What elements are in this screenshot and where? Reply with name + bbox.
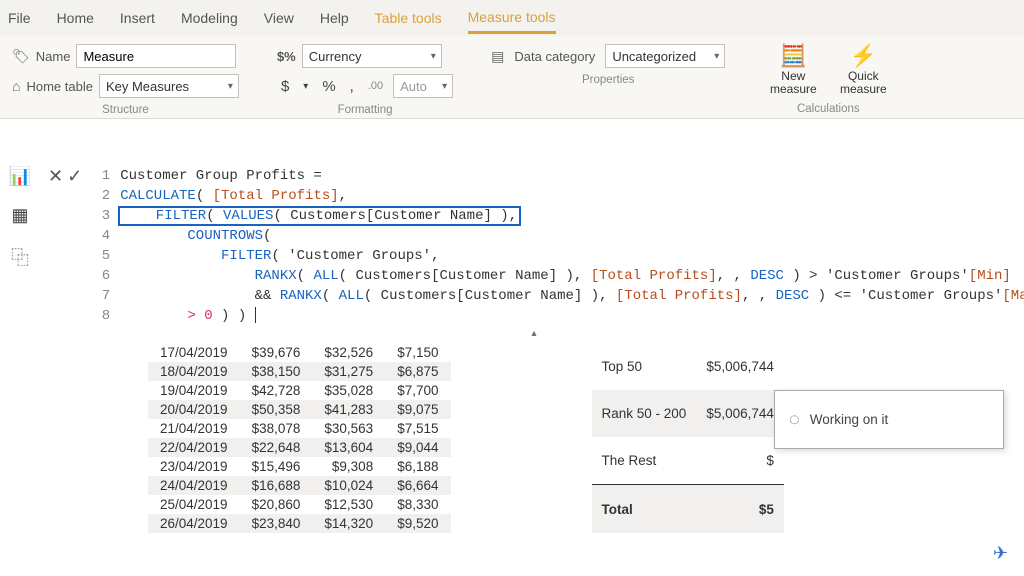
ribbon-group-structure: 🏷 Name ⌂ Home table Key Measures Structu… xyxy=(12,44,239,116)
working-toast-text: Working on it xyxy=(810,412,889,427)
new-measure-button[interactable]: 🧮 New measure xyxy=(763,44,823,97)
work-area: ✕ ✓ 1Customer Group Profits =2CALCULATE(… xyxy=(48,164,1020,533)
formula-expand-handle[interactable]: ▴ xyxy=(484,328,584,339)
measure-name-input[interactable] xyxy=(76,44,236,68)
working-toast: ◌ Working on it xyxy=(774,390,1004,449)
data-view-icon[interactable]: ▦ xyxy=(11,205,28,226)
decimal-auto-dropdown[interactable]: Auto xyxy=(393,74,453,98)
format-icon: $% xyxy=(277,49,296,64)
group-label-structure: Structure xyxy=(12,104,239,116)
right-summary-table[interactable]: Top 50$5,006,744Rank 50 - 200$5,006,744T… xyxy=(592,343,784,533)
cancel-formula-button[interactable]: ✕ xyxy=(48,166,63,187)
table-row[interactable]: Top 50$5,006,744 xyxy=(592,343,784,390)
table-row[interactable]: 25/04/2019$20,860$12,530$8,330 xyxy=(148,495,451,514)
table-row[interactable]: 23/04/2019$15,496$9,308$6,188 xyxy=(148,457,451,476)
left-data-table[interactable]: 17/04/2019$39,676$32,526$7,15018/04/2019… xyxy=(148,343,451,533)
ribbon-tab-bar: File Home Insert Modeling View Help Tabl… xyxy=(0,0,1024,36)
tab-insert[interactable]: Insert xyxy=(120,10,155,26)
home-table-label: Home table xyxy=(26,79,92,94)
ribbon-group-properties: ▤ Data category Uncategorized Properties xyxy=(491,44,725,116)
currency-symbol-button[interactable]: $ xyxy=(277,78,293,95)
decimal-places-button[interactable]: .00 xyxy=(364,80,387,92)
quick-measure-button[interactable]: ⚡ Quick measure xyxy=(833,44,893,97)
tab-home[interactable]: Home xyxy=(57,10,94,26)
thousands-separator-button[interactable]: , xyxy=(346,78,358,95)
table-row[interactable]: 17/04/2019$39,676$32,526$7,150 xyxy=(148,343,451,362)
table-row[interactable]: 24/04/2019$16,688$10,024$6,664 xyxy=(148,476,451,495)
quick-measure-label: Quick measure xyxy=(840,70,887,96)
table-row[interactable]: 20/04/2019$50,358$41,283$9,075 xyxy=(148,400,451,419)
percent-button[interactable]: % xyxy=(318,78,339,95)
calculator-icon: 🧮 xyxy=(780,44,807,68)
tab-file[interactable]: File xyxy=(8,10,31,26)
view-switcher: 📊 ▦ ⿻ xyxy=(0,160,40,270)
tab-view[interactable]: View xyxy=(264,10,294,26)
group-label-properties: Properties xyxy=(491,74,725,86)
tab-modeling[interactable]: Modeling xyxy=(181,10,238,26)
tag-icon: 🏷 xyxy=(12,48,30,65)
model-view-icon[interactable]: ⿻ xyxy=(11,244,29,270)
format-dropdown[interactable]: Currency xyxy=(302,44,442,68)
name-label: Name xyxy=(36,49,71,64)
home-icon: ⌂ xyxy=(12,78,20,94)
chevron-down-icon[interactable]: ▾ xyxy=(299,81,312,92)
table-row[interactable]: 21/04/2019$38,078$30,563$7,515 xyxy=(148,419,451,438)
tab-table-tools[interactable]: Table tools xyxy=(375,10,442,26)
group-label-calculations: Calculations xyxy=(763,103,893,115)
group-label-formatting: Formatting xyxy=(277,104,453,116)
formula-editor[interactable]: 1Customer Group Profits =2CALCULATE( [To… xyxy=(90,164,1024,328)
total-row[interactable]: Total$5 xyxy=(592,485,784,533)
table-row[interactable]: 19/04/2019$42,728$35,028$7,700 xyxy=(148,381,451,400)
table-row[interactable]: 22/04/2019$22,648$13,604$9,044 xyxy=(148,438,451,457)
lightning-icon: ⚡ xyxy=(850,44,877,68)
ribbon: 🏷 Name ⌂ Home table Key Measures Structu… xyxy=(0,36,1024,119)
corner-logo-icon: ✈ xyxy=(993,543,1008,564)
new-measure-label: New measure xyxy=(770,70,817,96)
table-row[interactable]: Rank 50 - 200$5,006,744 xyxy=(592,390,784,437)
ribbon-group-formatting: $% Currency $ ▾ % , .00 Auto Formatting xyxy=(277,44,453,116)
home-table-dropdown[interactable]: Key Measures xyxy=(99,74,239,98)
table-row[interactable]: 26/04/2019$23,840$14,320$9,520 xyxy=(148,514,451,533)
formula-bar: ✕ ✓ 1Customer Group Profits =2CALCULATE(… xyxy=(48,164,1020,328)
spinner-icon: ◌ xyxy=(789,409,800,430)
data-category-dropdown[interactable]: Uncategorized xyxy=(605,44,725,68)
table-row[interactable]: The Rest$ xyxy=(592,437,784,485)
tab-measure-tools[interactable]: Measure tools xyxy=(468,9,556,34)
tab-help[interactable]: Help xyxy=(320,10,349,26)
category-icon: ▤ xyxy=(491,48,504,65)
report-view-icon[interactable]: 📊 xyxy=(9,166,31,187)
ribbon-group-calculations: 🧮 New measure ⚡ Quick measure Calculatio… xyxy=(763,44,893,116)
table-row[interactable]: 18/04/2019$38,150$31,275$6,875 xyxy=(148,362,451,381)
commit-formula-button[interactable]: ✓ xyxy=(67,166,82,187)
data-category-label: Data category xyxy=(514,49,595,64)
